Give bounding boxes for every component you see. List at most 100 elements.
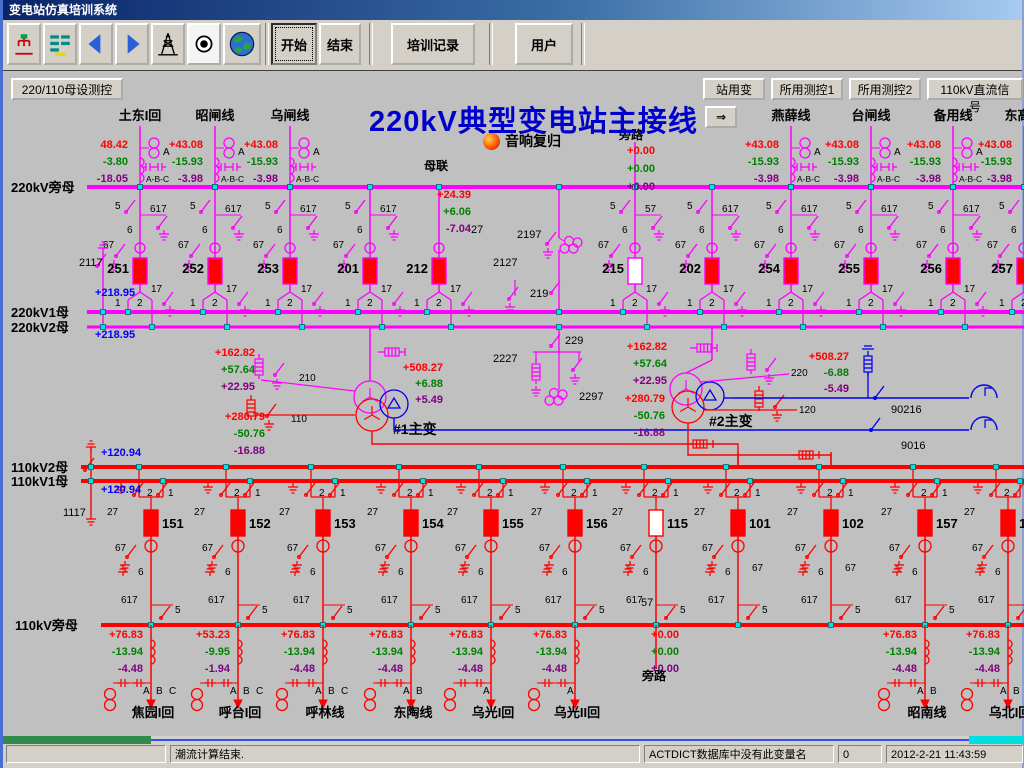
diagram-label: 27 — [787, 507, 799, 518]
breaker-158[interactable] — [1001, 510, 1015, 536]
shape — [149, 138, 159, 148]
diagram-label: 1 — [755, 488, 761, 499]
bus-node — [557, 185, 562, 190]
measurement-value: -3.80 — [103, 156, 128, 168]
measurement-value: +43.08 — [169, 139, 203, 151]
wire — [387, 545, 396, 557]
wire — [730, 216, 739, 228]
diagram-label: 617 — [381, 595, 398, 606]
breaker-157[interactable] — [918, 510, 932, 536]
breaker-201[interactable] — [363, 258, 377, 284]
shape — [985, 388, 993, 396]
phase-label: A — [315, 686, 322, 697]
bus-metering-button[interactable]: 220/110母设测控 — [11, 78, 123, 100]
diagram-label: 17 — [226, 284, 238, 295]
diagram-label: 5 — [999, 201, 1005, 212]
diagram-label: 1 — [687, 298, 693, 309]
status-message-2: ACTDICT数据库中没有此变量名 — [644, 745, 834, 763]
breaker-252[interactable] — [208, 258, 222, 284]
status-counter-text: 0 — [843, 749, 849, 761]
diagram-label: 5 — [265, 201, 271, 212]
breaker-153[interactable] — [316, 510, 330, 536]
bus-node — [101, 310, 106, 315]
breaker-label: 202 — [679, 261, 701, 276]
diagram-label: 27 — [881, 507, 893, 518]
breaker-152[interactable] — [231, 510, 245, 536]
float-label: 1117 — [63, 507, 86, 519]
dc-signal-button[interactable]: 110kV直流信号 — [927, 78, 1023, 100]
wire — [164, 292, 173, 304]
diagram-label: 617 — [380, 204, 397, 215]
shape — [880, 138, 890, 148]
wire — [875, 386, 884, 398]
measurement-value: +280.79 — [625, 393, 665, 405]
breaker-101[interactable] — [731, 510, 745, 536]
wire — [201, 200, 210, 212]
diagram-label: 67 — [253, 240, 265, 251]
shape — [560, 244, 569, 253]
bus-node — [368, 185, 373, 190]
float-label: 2197 — [517, 229, 541, 241]
diagram-label: 67 — [987, 240, 999, 251]
breaker-151[interactable] — [144, 510, 158, 536]
measurement-value: +76.83 — [109, 629, 143, 641]
breaker-215[interactable] — [628, 258, 642, 284]
metering-1-button[interactable]: 所用测控1 — [771, 78, 843, 100]
station-transformer-button[interactable]: 站用变 — [703, 78, 765, 100]
measurement-value: -9.95 — [205, 646, 230, 658]
diagram-label: 6 — [858, 225, 864, 236]
wire — [841, 606, 850, 618]
breaker-202[interactable] — [705, 258, 719, 284]
bus-node — [642, 465, 647, 470]
diagram-label: 5 — [846, 201, 852, 212]
diagram-label: 67 — [178, 240, 190, 251]
measurement-value: -13.94 — [284, 646, 316, 658]
diagram-label: 5 — [680, 605, 686, 616]
progress-strip — [3, 736, 1022, 744]
wire — [161, 606, 170, 618]
breaker-115[interactable] — [649, 510, 663, 536]
bus-node — [356, 310, 361, 315]
shape — [962, 700, 973, 711]
diagram-label: A — [814, 147, 821, 158]
diagram-label: 5 — [599, 605, 605, 616]
wire — [559, 238, 564, 241]
wire — [276, 200, 285, 212]
breaker-212[interactable] — [432, 258, 446, 284]
breaker-102[interactable] — [824, 510, 838, 536]
float-label: 229 — [565, 335, 583, 347]
shape — [149, 148, 159, 158]
measurement-value: -4.48 — [892, 663, 917, 675]
wire — [895, 292, 904, 304]
breaker-256[interactable] — [946, 258, 960, 284]
wire — [701, 374, 789, 382]
breaker-257[interactable] — [1017, 258, 1024, 284]
breaker-label: 101 — [749, 516, 771, 531]
bus-node — [561, 465, 566, 470]
diagram-label: 617 — [801, 595, 818, 606]
bus-node — [248, 479, 253, 484]
breaker-label: 254 — [758, 261, 780, 276]
metering-2-button[interactable]: 所用测控2 — [849, 78, 921, 100]
sound-reset[interactable]: 音响复归 — [483, 131, 561, 151]
bus-node — [201, 310, 206, 315]
measurement-value: +24.39 — [437, 189, 471, 201]
tap-label: 110 — [291, 414, 307, 425]
diagram-label: 6 — [778, 225, 784, 236]
wire — [871, 418, 880, 430]
phase-label: A — [403, 686, 410, 697]
diagram-label: 6 — [622, 225, 628, 236]
breaker-251[interactable] — [133, 258, 147, 284]
next-arrow-button[interactable]: ⇒ — [705, 106, 737, 128]
shape — [192, 689, 203, 700]
breaker-156[interactable] — [568, 510, 582, 536]
breaker-254[interactable] — [784, 258, 798, 284]
float-label: 219 — [530, 288, 548, 300]
breaker-255[interactable] — [864, 258, 878, 284]
float-label: 27 — [471, 224, 483, 236]
shape — [879, 700, 890, 711]
breaker-253[interactable] — [283, 258, 297, 284]
breaker-155[interactable] — [484, 510, 498, 536]
breaker-154[interactable] — [404, 510, 418, 536]
diagram-label: A-B-C — [221, 174, 244, 184]
